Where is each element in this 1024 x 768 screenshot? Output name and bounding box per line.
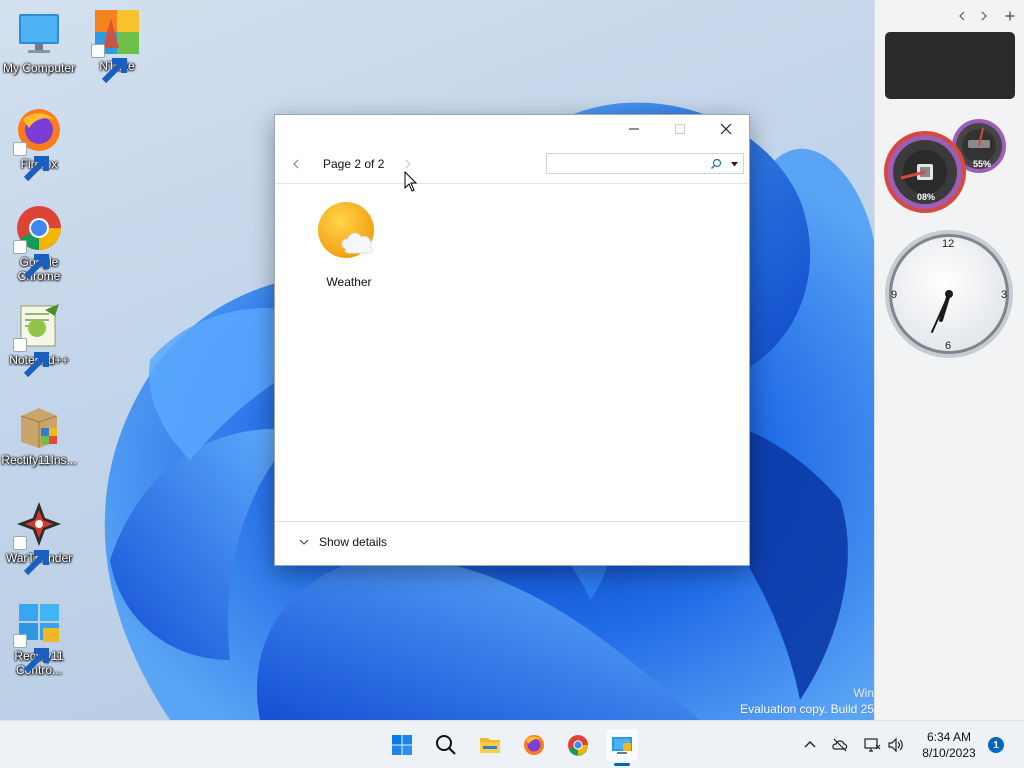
cpu-meter-dials (884, 119, 1006, 213)
chevron-left-icon (293, 159, 299, 169)
control-panel-window[interactable]: Page 2 of 2 Weather Show details (274, 114, 750, 566)
tray-overflow-button[interactable] (800, 735, 820, 755)
mouse-cursor-icon (404, 171, 418, 192)
desktop-icon-label: Rectify11Ins... (1, 453, 77, 467)
desktop-icon-notepadpp[interactable]: Notepad++ (1, 302, 77, 378)
sidebar-next-button[interactable] (975, 8, 993, 24)
cpu-meter-gadget[interactable]: 08% 55% (883, 118, 1011, 214)
network-monitor-icon (864, 738, 881, 752)
control-panel-icon (612, 737, 632, 754)
desktop-icon-ntlite[interactable]: NTLite (79, 8, 155, 84)
warthunder-icon (13, 500, 63, 576)
watermark-line1: Win (853, 686, 874, 700)
taskbar-search-button[interactable] (430, 729, 462, 761)
shortcut-arrow-icon (13, 536, 49, 576)
minimize-icon (629, 128, 639, 130)
taskbar-firefox[interactable] (518, 729, 550, 761)
taskbar: 6:34 AM 8/10/2023 1 (0, 720, 1024, 768)
search-box (546, 153, 744, 174)
maximize-button[interactable] (657, 115, 703, 143)
clock-number-3: 3 (1001, 289, 1008, 301)
divider (275, 521, 749, 522)
search-icon[interactable] (710, 158, 722, 170)
chevron-down-icon (299, 539, 309, 545)
chrome-icon (568, 735, 588, 756)
pagination-bar: Page 2 of 2 (285, 153, 744, 175)
divider (275, 183, 749, 184)
clock-gadget[interactable]: 12 3 6 9 (883, 228, 1015, 360)
ntlite-icon (91, 8, 141, 84)
previous-page-button[interactable] (287, 155, 305, 173)
desktop-icon-rectify11-installer[interactable]: Rectify11Ins... (1, 402, 77, 467)
active-app-indicator (614, 763, 630, 766)
shortcut-arrow-icon (13, 240, 49, 280)
monitor-icon (15, 10, 63, 58)
desktop-icon-my-computer[interactable]: My Computer (1, 10, 77, 75)
shortcut-arrow-icon (13, 634, 49, 674)
tray-clock[interactable]: 6:34 AM 8/10/2023 (914, 729, 984, 761)
installer-box-icon (15, 402, 63, 450)
chevron-right-icon (405, 159, 411, 169)
taskbar-file-explorer[interactable] (474, 729, 506, 761)
desktop-icon-google-chrome[interactable]: Google Chrome (1, 204, 77, 283)
minimize-button[interactable] (611, 115, 657, 143)
clock-number-6: 6 (945, 340, 952, 352)
desktop-icon-warthunder[interactable]: WarThunder (1, 500, 77, 576)
gadget-item-label: Weather (326, 275, 372, 289)
chevron-right-icon (981, 11, 987, 21)
tray-date: 8/10/2023 (922, 746, 976, 760)
taskbar-control-panel[interactable] (606, 729, 638, 761)
show-details-label: Show details (319, 535, 388, 549)
plus-icon (1005, 11, 1015, 21)
taskbar-chrome[interactable] (562, 729, 594, 761)
search-input[interactable] (549, 155, 701, 172)
tray-volume[interactable] (886, 735, 906, 755)
file-explorer-icon (480, 738, 500, 753)
chevron-up-icon (804, 741, 816, 748)
notification-badge[interactable]: 1 (988, 737, 1004, 753)
speaker-icon (888, 737, 903, 753)
firefox-icon (13, 106, 63, 182)
tray-cloud-offline[interactable] (830, 735, 850, 755)
desktop-icon-firefox[interactable]: Firefox (1, 106, 77, 182)
shortcut-arrow-icon (13, 338, 49, 378)
cpu-usage-value: 08% (917, 192, 936, 202)
dropdown-arrow-icon[interactable] (730, 160, 739, 168)
page-indicator: Page 2 of 2 (323, 157, 385, 171)
slideshow-gadget[interactable] (885, 32, 1015, 99)
desktop-icon-rectify11-control[interactable]: Rectify11 Contro... (1, 598, 77, 677)
ram-usage-value: 55% (973, 159, 992, 169)
watermark-line2: Evaluation copy. Build 25 (740, 702, 874, 716)
search-icon (436, 735, 456, 755)
gadget-sidebar: 08% 55% 12 3 6 9 (874, 0, 1024, 720)
start-icon (392, 735, 412, 755)
chevron-left-icon (959, 11, 965, 21)
tray-network[interactable] (862, 735, 882, 755)
show-details-toggle[interactable]: Show details (299, 533, 387, 551)
cloud-offline-icon (832, 738, 848, 752)
sidebar-add-gadget-button[interactable] (1001, 8, 1019, 24)
gadget-item-weather[interactable]: Weather (311, 201, 387, 289)
weather-sun-cloud-icon (318, 201, 380, 263)
desktop-icon-label: My Computer (2, 61, 76, 75)
start-button[interactable] (386, 729, 418, 761)
close-icon (720, 123, 732, 135)
window-controls (611, 115, 749, 143)
notepadpp-icon (13, 302, 63, 378)
firefox-icon (524, 735, 544, 755)
clock-number-9: 9 (891, 289, 898, 301)
shortcut-arrow-icon (13, 142, 49, 182)
chrome-icon (13, 204, 63, 280)
clock-number-12: 12 (942, 238, 955, 250)
maximize-icon (675, 124, 685, 134)
sidebar-prev-button[interactable] (953, 8, 971, 24)
shortcut-arrow-icon (91, 44, 127, 84)
close-button[interactable] (703, 115, 749, 143)
tray-time: 6:34 AM (926, 730, 972, 744)
control-panel-icon (13, 598, 63, 674)
